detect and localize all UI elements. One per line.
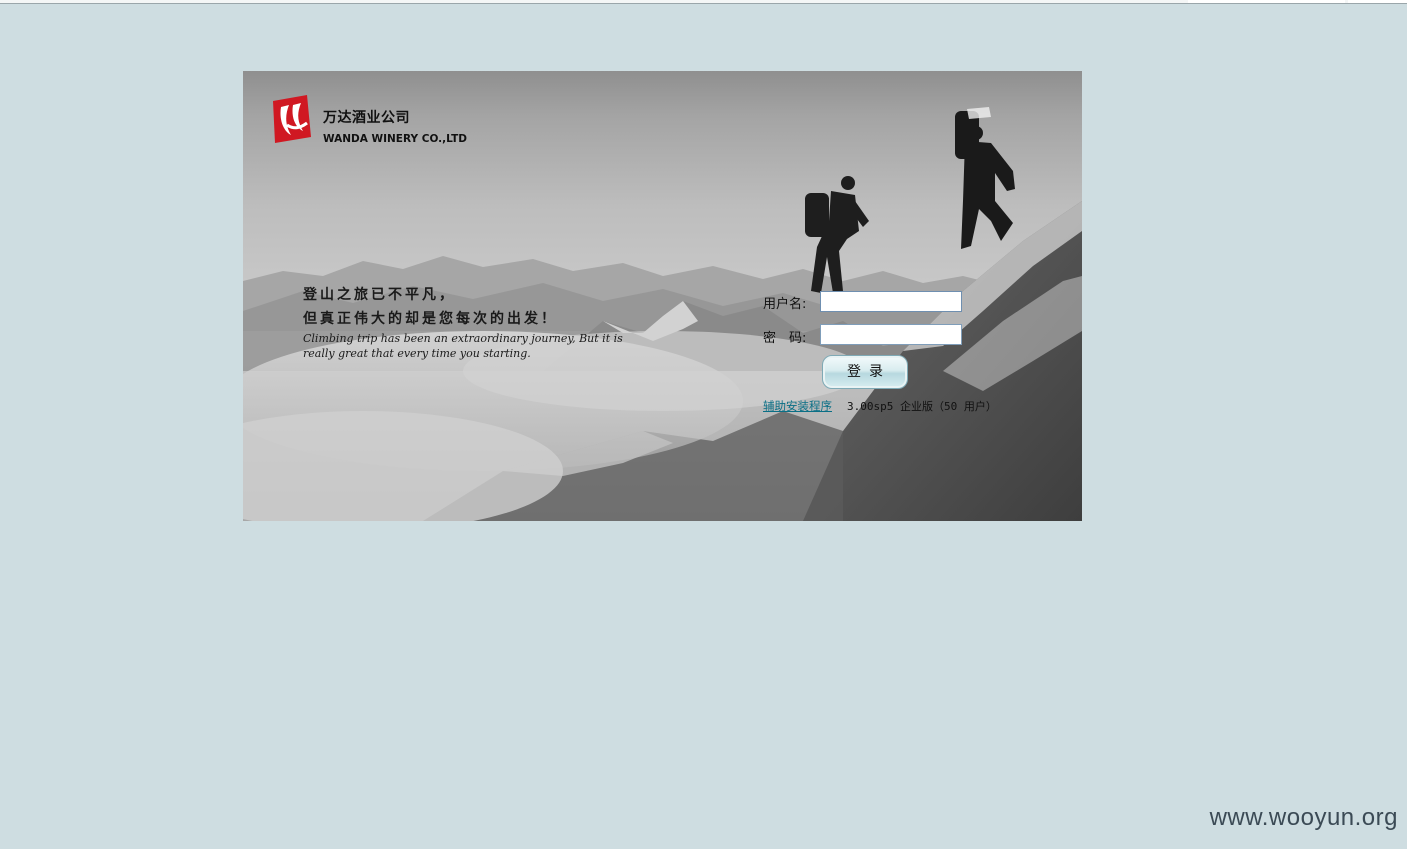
company-name-cn: 万达酒业公司: [323, 110, 410, 126]
slogan-line-2: 但真正伟大的却是您每次的出发！: [303, 311, 558, 327]
wanda-logo-icon: [273, 95, 311, 143]
password-label: 密 码:: [763, 331, 807, 346]
install-helper-link[interactable]: 辅助安装程序: [763, 398, 832, 414]
company-name-en: WANDA WINERY CO.,LTD: [323, 133, 467, 145]
top-edge-segment: [1188, 0, 1345, 3]
username-input[interactable]: [820, 291, 962, 312]
login-button[interactable]: 登录: [822, 355, 908, 389]
slogan-english: Climbing trip has been an extraordinary …: [303, 332, 623, 360]
version-info: 3.00sp5 企业版（50 用户）: [847, 400, 997, 413]
login-banner: 万达酒业公司 WANDA WINERY CO.,LTD 登山之旅已不平凡， 但真…: [243, 71, 1082, 521]
browser-top-edge: [0, 0, 1407, 4]
username-label: 用户名:: [763, 297, 807, 312]
top-edge-segment: [1348, 0, 1407, 3]
watermark: www.wooyun.org: [1209, 804, 1398, 831]
slogan-line-1: 登山之旅已不平凡，: [303, 287, 456, 303]
password-input[interactable]: [820, 324, 962, 345]
